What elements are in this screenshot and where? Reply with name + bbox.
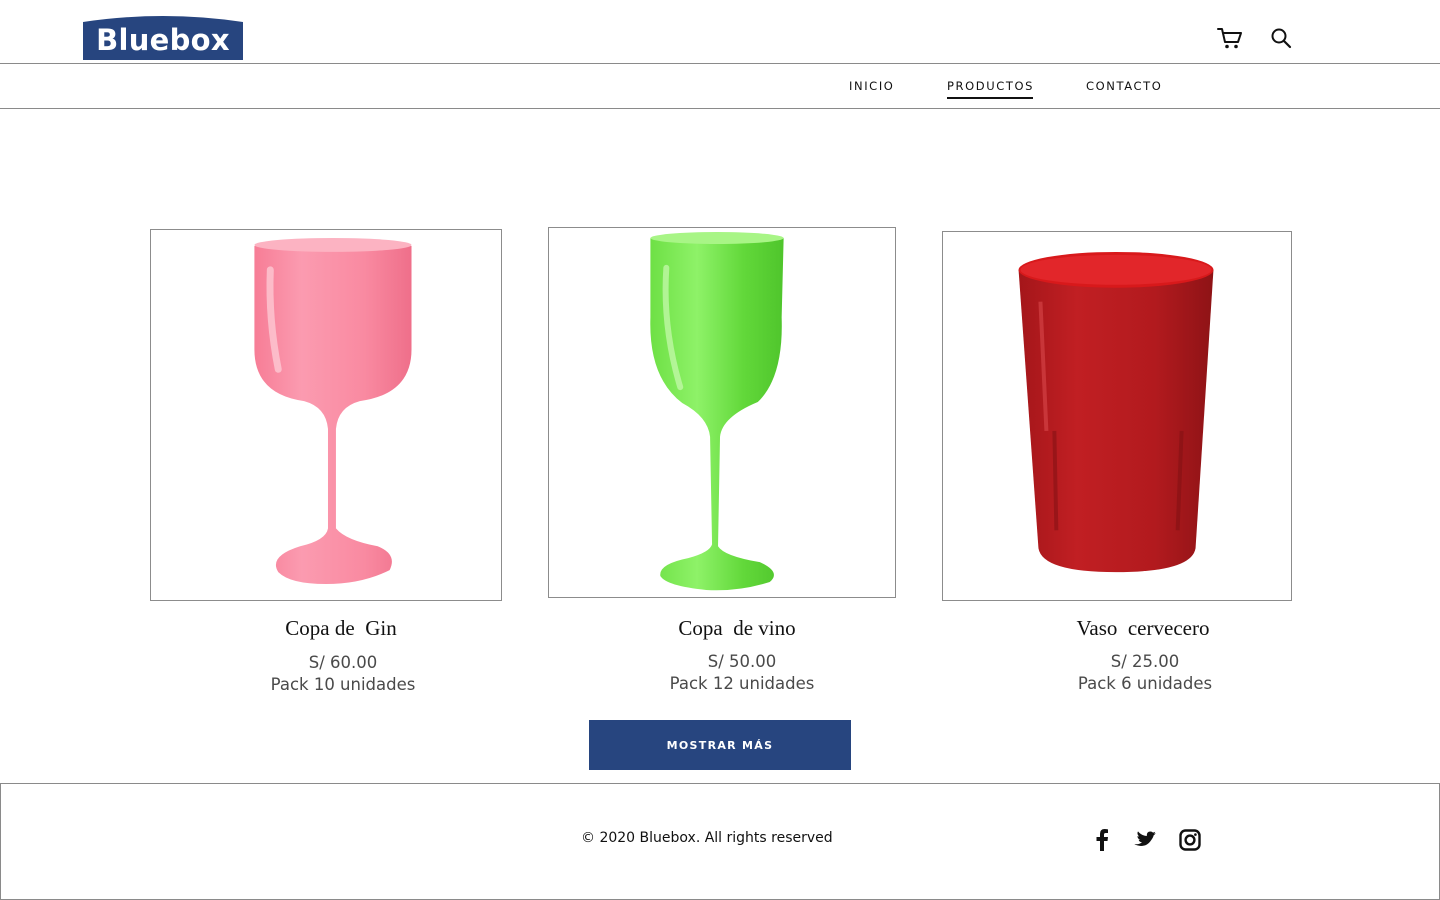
facebook-icon [1096, 829, 1108, 851]
page: Bluebox INICIO PRODUCTOS CONTACTO Copa d… [0, 0, 1440, 900]
product-image-copa-vino[interactable] [548, 227, 896, 598]
search-button[interactable] [1268, 25, 1294, 51]
nav-item-inicio[interactable]: INICIO [849, 79, 894, 93]
product-name[interactable]: Copa de vino [587, 616, 887, 641]
cart-icon [1217, 28, 1242, 49]
footer: © 2020 Bluebox. All rights reserved [0, 783, 1440, 900]
logo-text: Bluebox [96, 23, 230, 57]
product-pack: Pack 10 unidades [270, 675, 416, 694]
main-nav: INICIO PRODUCTOS CONTACTO [0, 64, 1440, 109]
nav-item-contacto[interactable]: CONTACTO [1086, 79, 1162, 93]
product-pack: Pack 12 unidades [669, 674, 815, 693]
green-wine-glass-image [650, 232, 784, 591]
red-beer-tumbler-image [1018, 251, 1214, 573]
pink-gin-glass-image [254, 238, 412, 585]
bluebox-logo[interactable]: Bluebox [81, 14, 245, 60]
instagram-icon [1179, 829, 1201, 851]
product-name[interactable]: Copa de Gin [191, 616, 491, 641]
product-price: S/ 60.00 [308, 653, 378, 672]
product-image-copa-gin[interactable] [150, 229, 502, 601]
product-price: S/ 25.00 [1110, 652, 1180, 671]
nav-item-productos[interactable]: PRODUCTOS [947, 79, 1034, 99]
product-image-vaso-cervecero[interactable] [942, 231, 1292, 601]
twitter-link[interactable] [1133, 828, 1157, 852]
product-pack: Pack 6 unidades [1077, 674, 1213, 693]
product-price: S/ 50.00 [707, 652, 777, 671]
facebook-link[interactable] [1090, 828, 1114, 852]
copyright-text: © 2020 Bluebox. All rights reserved [581, 830, 833, 846]
twitter-icon [1134, 831, 1156, 846]
product-name[interactable]: Vaso cervecero [993, 616, 1293, 641]
top-header: Bluebox [0, 0, 1440, 64]
cart-button[interactable] [1217, 25, 1243, 51]
show-more-button[interactable]: MOSTRAR MÁS [589, 720, 851, 770]
search-icon [1271, 28, 1292, 49]
instagram-link[interactable] [1178, 828, 1202, 852]
